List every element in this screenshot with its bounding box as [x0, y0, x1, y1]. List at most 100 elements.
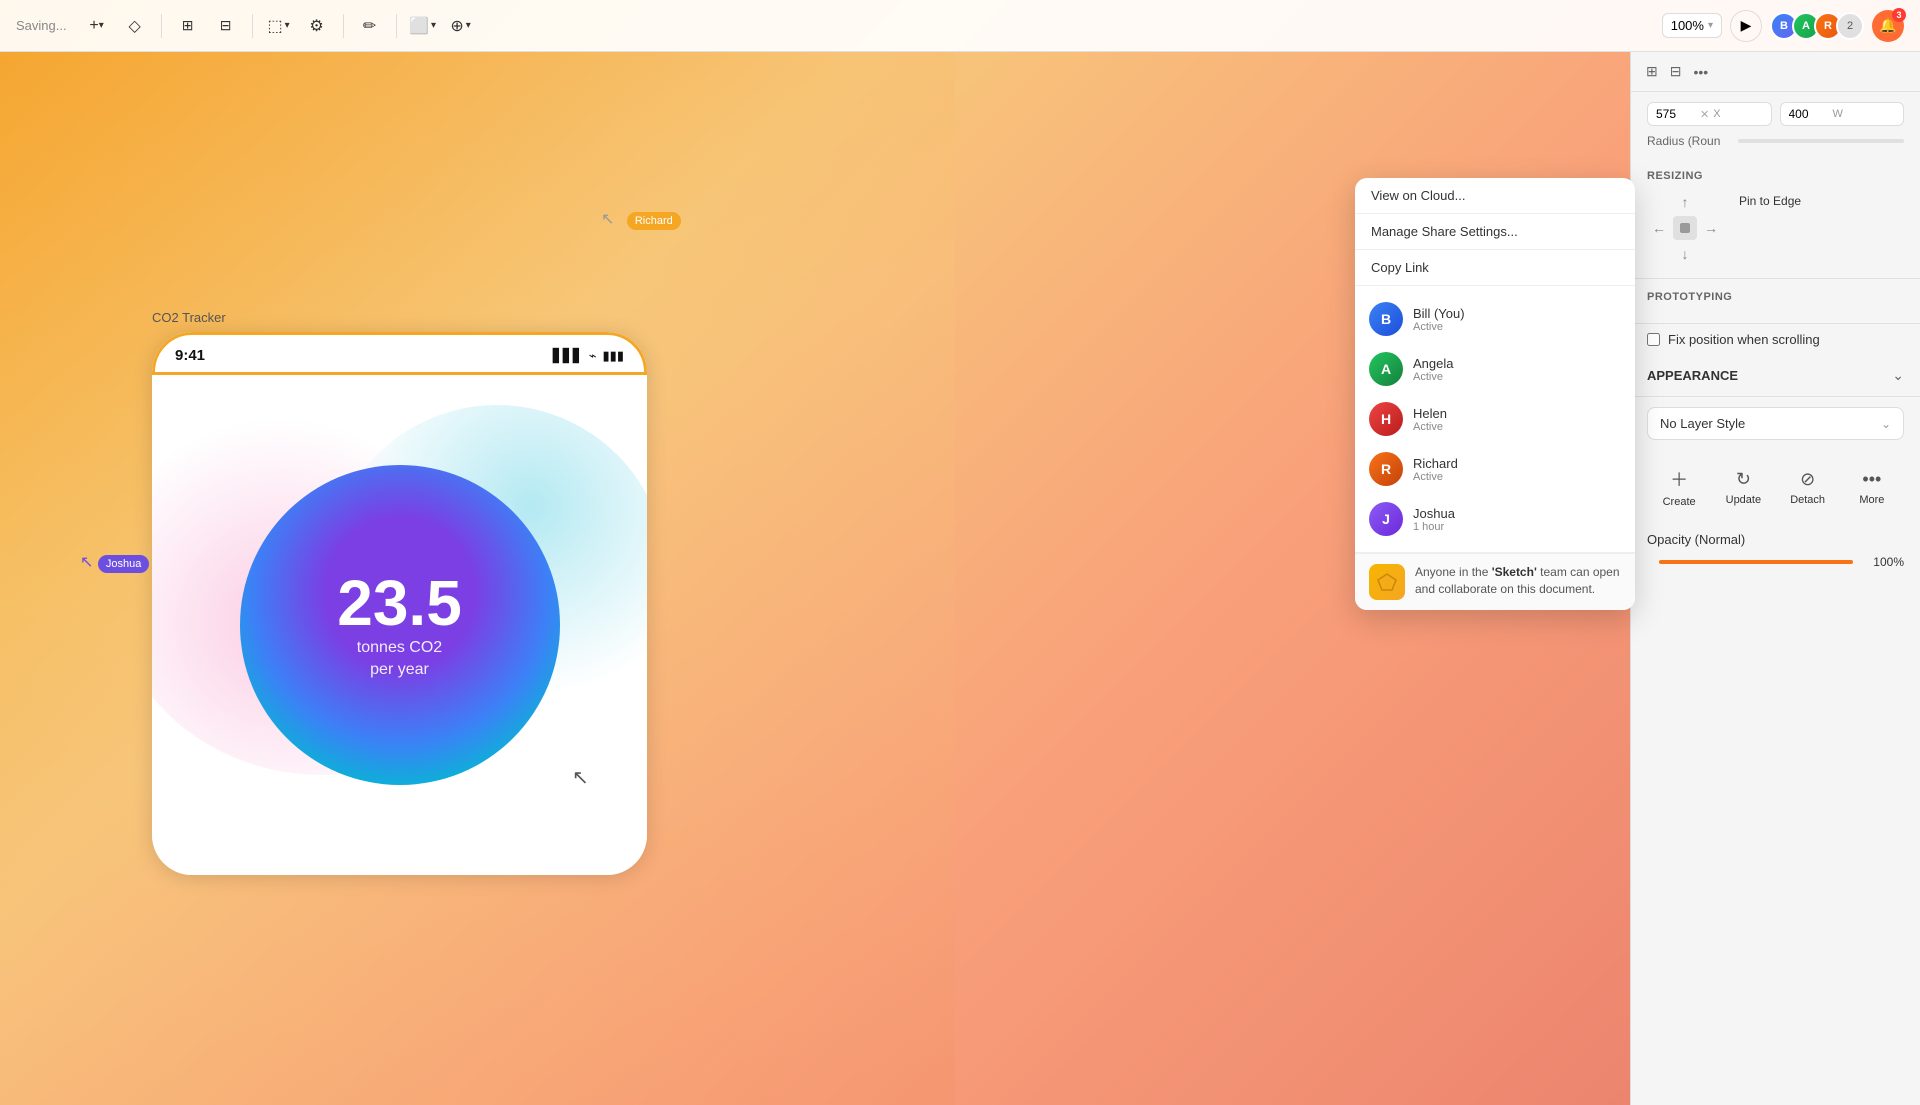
manage-share-item[interactable]: Manage Share Settings... [1355, 214, 1635, 249]
sketch-promo-text: Anyone in the 'Sketch' team can open and… [1415, 564, 1621, 598]
x-label: X [1713, 108, 1720, 120]
fix-position-label: Fix position when scrolling [1668, 332, 1820, 347]
frame-button[interactable]: ⬚ ▾ [263, 10, 295, 42]
shape-button[interactable]: ◇ [119, 10, 151, 42]
create-label: Create [1663, 496, 1696, 508]
joshua-cursor: ↖ Joshua [80, 552, 149, 573]
component-button[interactable]: ⚙ [301, 10, 333, 42]
collab-richard[interactable]: R Richard Active [1355, 444, 1635, 494]
appearance-title: APPEARANCE [1647, 368, 1738, 383]
opacity-value: 100% [1873, 555, 1904, 569]
pin-right[interactable]: → [1704, 220, 1718, 236]
pin-center-inner [1680, 223, 1690, 233]
canvas-area: CO2 Tracker 9:41 ▋▋▋ ⌁ ▮▮▮ 23.5 tonnes C… [0, 52, 955, 1105]
create-button[interactable]: ＋ Create [1647, 458, 1711, 516]
pin-to-edge-label: Pin to Edge [1739, 194, 1801, 208]
toolbar: Saving... + ▾ ◇ ⊞ ⊟ ⬚ ▾ ⚙ ✏ ⬜ ▾ ⊕ ▾ 1 [0, 0, 1920, 52]
panel-icon-align[interactable]: ⊞ [1643, 60, 1661, 83]
collab-status-richard: Active [1413, 471, 1458, 483]
radius-track[interactable] [1738, 139, 1904, 143]
opacity-track[interactable] [1659, 560, 1853, 564]
appearance-chevron[interactable]: ⌄ [1892, 367, 1904, 384]
transform-button[interactable]: ⬜ ▾ [407, 10, 439, 42]
toolbar-separator-1 [161, 14, 162, 38]
collab-name-angela: Angela [1413, 356, 1453, 371]
collab-info-richard: Richard Active [1413, 456, 1458, 483]
dropdown-menu: View on Cloud... Manage Share Settings..… [1355, 178, 1635, 285]
pin-bottom[interactable]: ↓ [1682, 246, 1689, 262]
opacity-label: Opacity (Normal) [1647, 532, 1745, 547]
x-clear[interactable]: ✕ [1700, 108, 1709, 121]
layer-style-text: No Layer Style [1660, 416, 1745, 431]
resizing-title: RESIZING [1647, 170, 1904, 182]
collab-status-joshua: 1 hour [1413, 521, 1455, 533]
co2-label: tonnes CO2 [357, 639, 442, 657]
wifi-icon: ⌁ [589, 348, 597, 364]
w-input[interactable]: W [1780, 102, 1905, 126]
collab-info-bill: Bill (You) Active [1413, 306, 1465, 333]
panel-icon-layout[interactable]: ⊟ [1667, 60, 1685, 83]
more-icon: ••• [1862, 469, 1881, 490]
update-icon: ↻ [1736, 469, 1751, 490]
preview-button[interactable]: ▶ [1730, 10, 1762, 42]
status-time: 9:41 [175, 347, 205, 364]
co2-value: 23.5 [337, 571, 462, 635]
w-field[interactable] [1789, 107, 1829, 121]
notifications-button[interactable]: 🔔 3 [1872, 10, 1904, 42]
pin-left[interactable]: ← [1652, 220, 1666, 236]
more-button[interactable]: ••• More [1840, 461, 1904, 514]
collab-joshua[interactable]: J Joshua 1 hour [1355, 494, 1635, 544]
resizing-section: RESIZING ↑ ← → ↓ Pin to Edge [1631, 158, 1920, 279]
collab-name-bill: Bill (You) [1413, 306, 1465, 321]
pen-button[interactable]: ✏ [354, 10, 386, 42]
update-label: Update [1726, 494, 1761, 506]
symbol-button[interactable]: ⊕ ▾ [445, 10, 477, 42]
x-input[interactable]: ✕ X [1647, 102, 1772, 126]
opacity-control: 100% [1631, 555, 1920, 577]
appearance-actions: ＋ Create ↻ Update ⊘ Detach ••• More [1631, 450, 1920, 524]
pin-top[interactable]: ↑ [1682, 194, 1689, 210]
collab-name-richard: Richard [1413, 456, 1458, 471]
w-label: W [1833, 108, 1843, 120]
collab-angela[interactable]: A Angela Active [1355, 344, 1635, 394]
sketch-promo: Anyone in the 'Sketch' team can open and… [1355, 553, 1635, 610]
collab-name-helen: Helen [1413, 406, 1447, 421]
layer-style-select[interactable]: No Layer Style ⌄ [1647, 407, 1904, 440]
toolbar-left: Saving... + ▾ ◇ ⊞ ⊟ ⬚ ▾ ⚙ ✏ ⬜ ▾ ⊕ ▾ [16, 10, 1654, 42]
collaborator-list: B Bill (You) Active A Angela Active H He… [1355, 286, 1635, 552]
panel-icon-more[interactable]: ••• [1690, 61, 1711, 83]
right-panel: ⊞ ⊟ ••• ✕ X W Radius (Roun RESIZING ↑ ← [1630, 52, 1920, 1105]
zoom-control[interactable]: 100% ▾ [1662, 13, 1722, 38]
avatar-count[interactable]: 2 [1836, 12, 1864, 40]
notification-badge: 3 [1892, 8, 1906, 22]
collab-info-helen: Helen Active [1413, 406, 1447, 433]
collab-avatar-bill: B [1369, 302, 1403, 336]
collab-info-joshua: Joshua 1 hour [1413, 506, 1455, 533]
x-field[interactable] [1656, 107, 1696, 121]
fix-position-row: Fix position when scrolling [1631, 324, 1920, 355]
copy-link-item[interactable]: Copy Link [1355, 250, 1635, 285]
cursor-arrow-richard: ↖ [601, 211, 614, 228]
collab-bill[interactable]: B Bill (You) Active [1355, 294, 1635, 344]
collab-info-angela: Angela Active [1413, 356, 1453, 383]
detach-button[interactable]: ⊘ Detach [1776, 461, 1840, 514]
layer-style-chevron: ⌄ [1881, 417, 1891, 431]
collab-avatar-helen: H [1369, 402, 1403, 436]
distribute-button[interactable]: ⊟ [210, 10, 242, 42]
view-cloud-item[interactable]: View on Cloud... [1355, 178, 1635, 213]
collab-helen[interactable]: H Helen Active [1355, 394, 1635, 444]
richard-cursor-label: Richard [627, 212, 681, 230]
pin-center[interactable] [1673, 216, 1697, 240]
align-button[interactable]: ⊞ [172, 10, 204, 42]
fix-position-checkbox[interactable] [1647, 333, 1660, 346]
signal-icon: ▋▋▋ [553, 348, 583, 364]
collab-avatar-angela: A [1369, 352, 1403, 386]
collab-avatar-richard: R [1369, 452, 1403, 486]
richard-cursor: ↖ Richard [601, 209, 681, 230]
status-icons: ▋▋▋ ⌁ ▮▮▮ [553, 348, 624, 364]
collab-name-joshua: Joshua [1413, 506, 1455, 521]
add-button[interactable]: + ▾ [81, 10, 113, 42]
collaborator-avatars: B A R 2 [1770, 12, 1864, 40]
update-button[interactable]: ↻ Update [1711, 461, 1775, 514]
collab-status-helen: Active [1413, 421, 1447, 433]
